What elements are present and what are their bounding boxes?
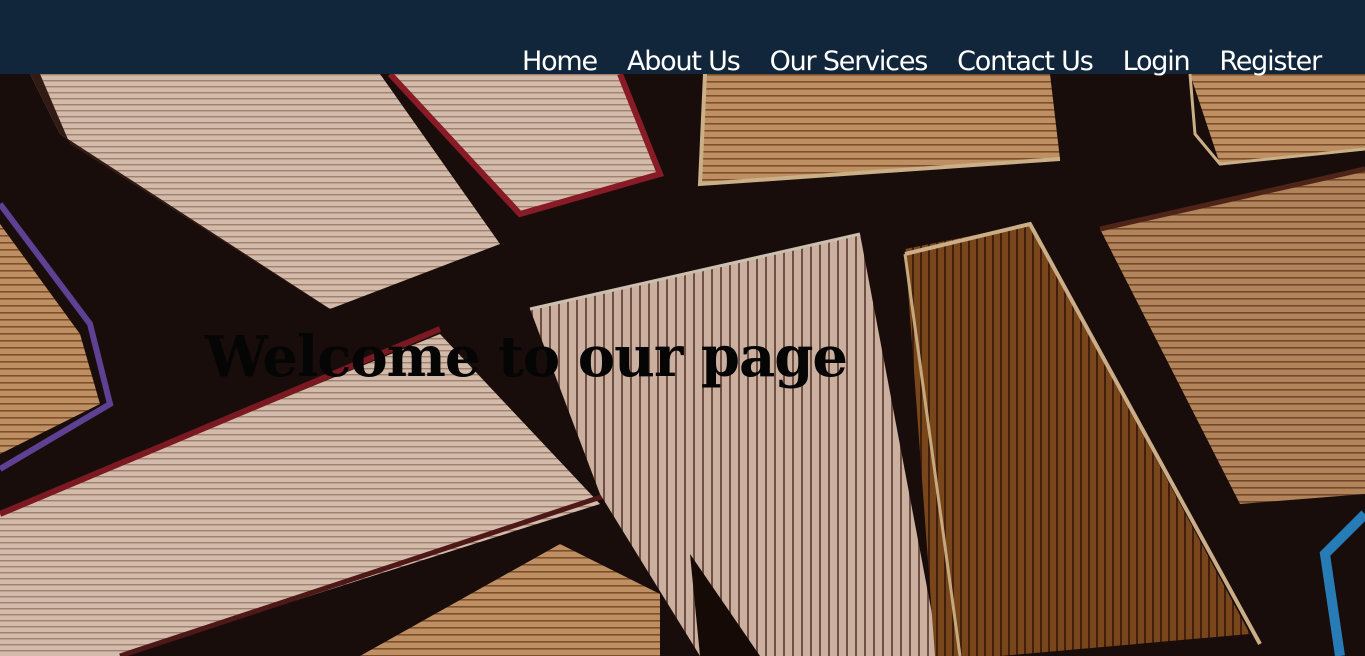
nav-menu: Home About Us Our Services Contact Us Lo… (522, 44, 1322, 80)
nav-services-link[interactable]: Our Services (770, 44, 929, 80)
hero-title: Welcome to our page (205, 324, 848, 390)
nav-login-link[interactable]: Login (1123, 44, 1191, 80)
nav-about-link[interactable]: About Us (627, 44, 741, 80)
nav-contact-link[interactable]: Contact Us (957, 44, 1094, 80)
nav-register-link[interactable]: Register (1219, 44, 1322, 80)
navbar: Home About Us Our Services Contact Us Lo… (0, 0, 1365, 77)
nav-home-link[interactable]: Home (522, 44, 598, 80)
hero-section: Welcome to our page (0, 74, 1365, 656)
